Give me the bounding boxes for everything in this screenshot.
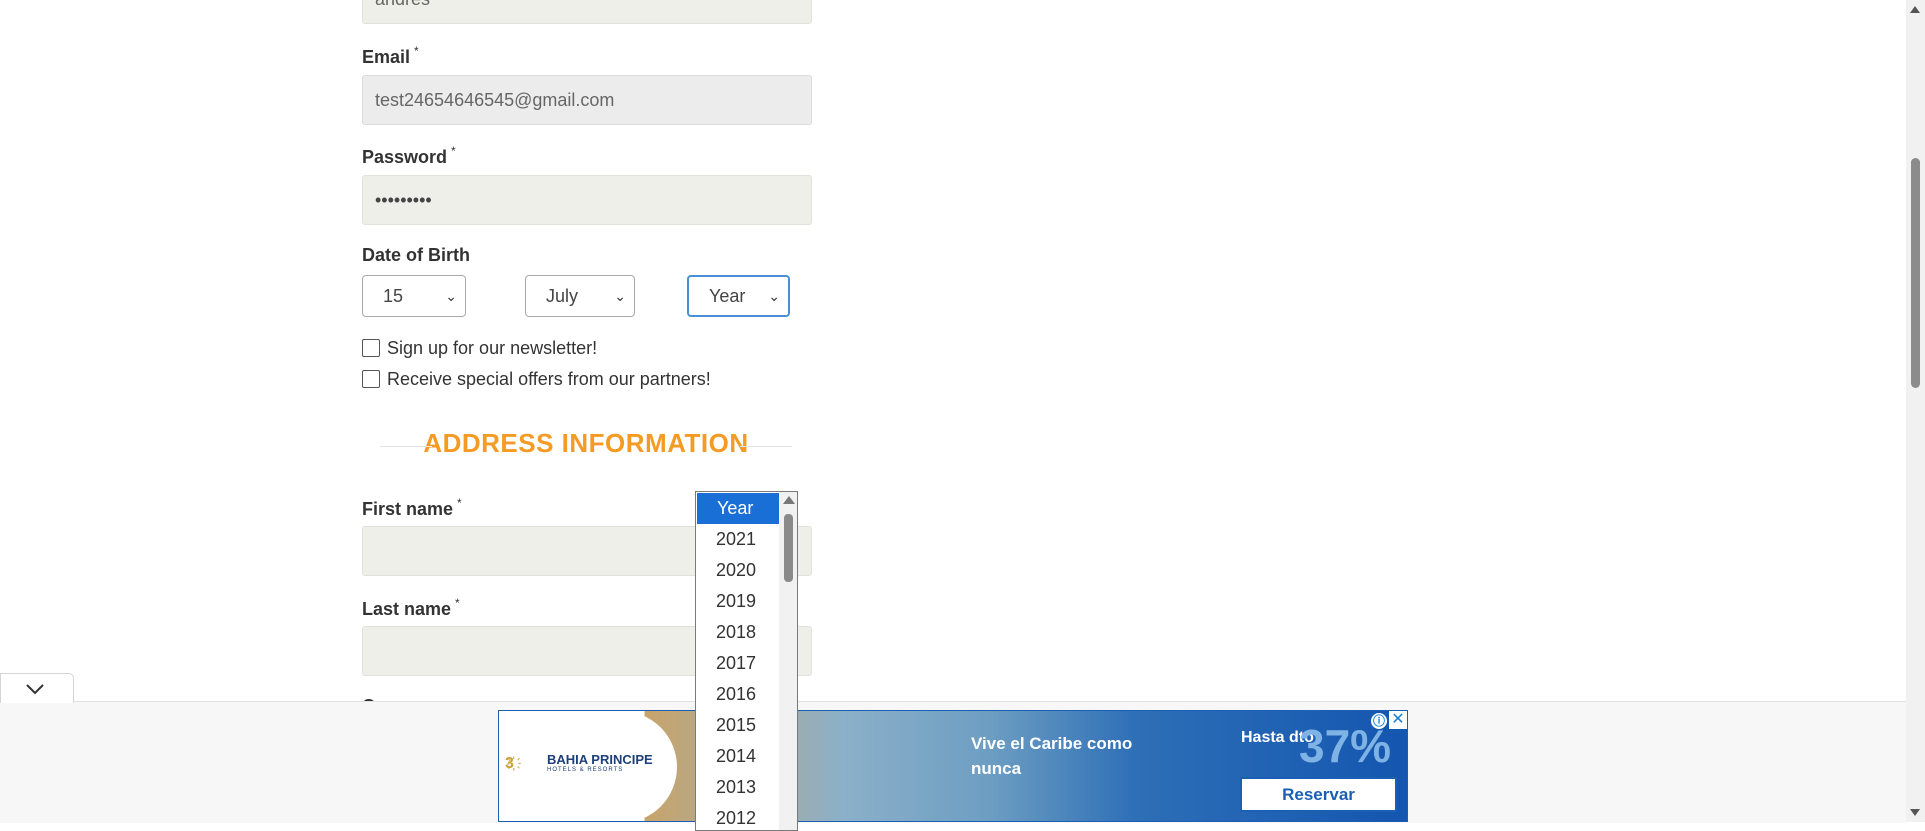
- email-label-text: Email: [362, 47, 411, 67]
- chevron-down-icon: ⌄: [445, 288, 457, 304]
- divider-right: [740, 446, 792, 447]
- year-option[interactable]: 2017: [696, 648, 778, 679]
- day-select-value: 15: [383, 286, 404, 306]
- offers-label: Receive special offers from our partners…: [387, 369, 711, 389]
- required-mark: *: [455, 596, 460, 610]
- first-name-label: First name *: [362, 496, 462, 520]
- month-select[interactable]: July ⌄: [525, 275, 635, 317]
- chevron-down-icon: ⌄: [768, 288, 780, 304]
- previous-name-field[interactable]: andres: [362, 0, 812, 24]
- divider-left: [380, 446, 432, 447]
- year-option[interactable]: 2021: [696, 524, 778, 555]
- year-option[interactable]: 2014: [696, 741, 778, 772]
- offers-checkbox[interactable]: [362, 370, 380, 388]
- last-name-label-text: Last name: [362, 599, 452, 619]
- previous-name-value: andres: [375, 0, 430, 9]
- year-option[interactable]: 2020: [696, 555, 778, 586]
- page-scroll-thumb[interactable]: [1911, 158, 1920, 388]
- required-mark: *: [414, 44, 419, 58]
- hotel-ad-banner[interactable]: 3҉ BAHIA PRINCIPE HOTELS & RESORTS Vive …: [498, 710, 1408, 822]
- first-name-label-text: First name: [362, 499, 454, 519]
- dropdown-scroll-thumb[interactable]: [784, 514, 793, 582]
- ad-close-icon[interactable]: ✕: [1389, 711, 1407, 729]
- sun-logo-icon: 3҉: [505, 755, 514, 772]
- last-name-label: Last name *: [362, 596, 460, 620]
- ad-logo-panel: 3҉ BAHIA PRINCIPE HOTELS & RESORTS: [499, 711, 677, 821]
- address-section-title: ADDRESS INFORMATION: [423, 428, 749, 458]
- month-select-value: July: [546, 286, 579, 306]
- year-select[interactable]: Year ⌄: [687, 275, 790, 317]
- email-label: Email *: [362, 44, 419, 68]
- newsletter-checkbox[interactable]: [362, 339, 380, 357]
- ad-info-icon[interactable]: ⓘ: [1371, 713, 1387, 729]
- newsletter-row[interactable]: Sign up for our newsletter!: [362, 338, 597, 359]
- year-select-value: Year: [709, 286, 746, 306]
- chevron-down-icon: ⌄: [614, 288, 626, 304]
- required-mark: *: [451, 144, 456, 158]
- ad-collapse-button[interactable]: [0, 673, 74, 703]
- ad-brand: BAHIA PRINCIPE: [547, 752, 653, 767]
- year-option[interactable]: 2015: [696, 710, 778, 741]
- required-mark: *: [457, 496, 462, 510]
- year-dropdown-list[interactable]: Year 2021 2020 2019 2018 2017 2016 2015 2014 2013…: [695, 491, 798, 831]
- day-select[interactable]: 15 ⌄: [362, 275, 466, 317]
- year-option[interactable]: 2019: [696, 586, 778, 617]
- address-section-header: ADDRESS INFORMATION: [380, 428, 792, 459]
- scroll-up-arrow-icon[interactable]: [1910, 6, 1920, 13]
- year-option[interactable]: Year: [697, 493, 779, 524]
- password-label-text: Password: [362, 147, 448, 167]
- year-option[interactable]: 2018: [696, 617, 778, 648]
- year-option[interactable]: 2016: [696, 679, 778, 710]
- dob-label: Date of Birth: [362, 245, 470, 265]
- offers-row[interactable]: Receive special offers from our partners…: [362, 369, 711, 390]
- ad-brand-sub: HOTELS & RESORTS: [547, 767, 624, 773]
- scroll-down-arrow-icon[interactable]: [1910, 809, 1920, 816]
- ad-headline: Vive el Caribe como nunca: [971, 734, 1133, 778]
- ad-reservar-button[interactable]: Reservar: [1240, 777, 1397, 812]
- chevron-down-icon: [26, 684, 44, 695]
- email-value: test24654646545@gmail.com: [375, 90, 615, 110]
- dropdown-scrollbar[interactable]: [779, 492, 797, 830]
- page-scrollbar[interactable]: [1906, 0, 1925, 822]
- year-option[interactable]: 2013: [696, 772, 778, 803]
- scroll-up-arrow-icon[interactable]: [783, 496, 795, 504]
- newsletter-label: Sign up for our newsletter!: [387, 338, 598, 358]
- year-option[interactable]: 2012: [696, 803, 778, 830]
- email-field[interactable]: test24654646545@gmail.com: [362, 75, 812, 125]
- password-value: •••••••••: [375, 190, 432, 210]
- password-label: Password *: [362, 144, 456, 168]
- password-field[interactable]: •••••••••: [362, 175, 812, 225]
